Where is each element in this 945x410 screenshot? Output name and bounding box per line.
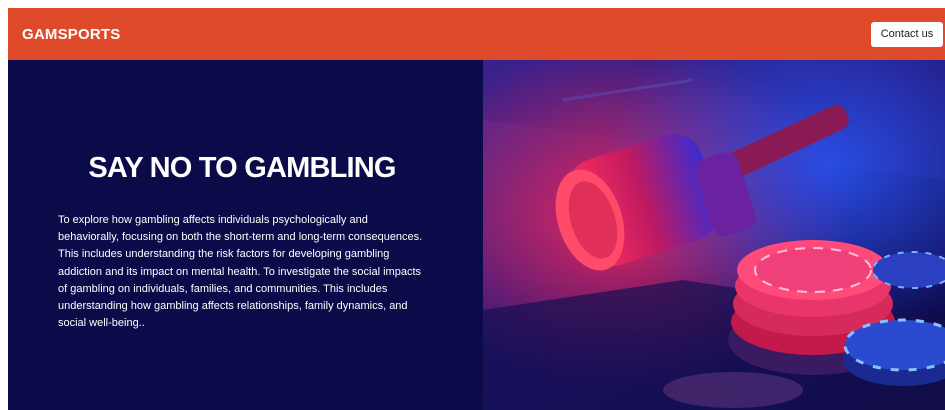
hero-title: SAY NO TO GAMBLING xyxy=(88,152,396,184)
hero-section: SAY NO TO GAMBLING To explore how gambli… xyxy=(8,60,945,410)
hero-description: To explore how gambling affects individu… xyxy=(58,214,423,330)
contact-button[interactable]: Contact us xyxy=(871,21,943,47)
gavel-and-chips-image xyxy=(483,60,945,410)
hero-text-panel: SAY NO TO GAMBLING To explore how gambli… xyxy=(8,60,483,410)
page-frame: GAMSPORTS Contact us SAY NO TO GAMBLING … xyxy=(8,8,945,410)
site-header: GAMSPORTS Contact us xyxy=(8,8,945,60)
brand-logo[interactable]: GAMSPORTS xyxy=(22,26,120,43)
